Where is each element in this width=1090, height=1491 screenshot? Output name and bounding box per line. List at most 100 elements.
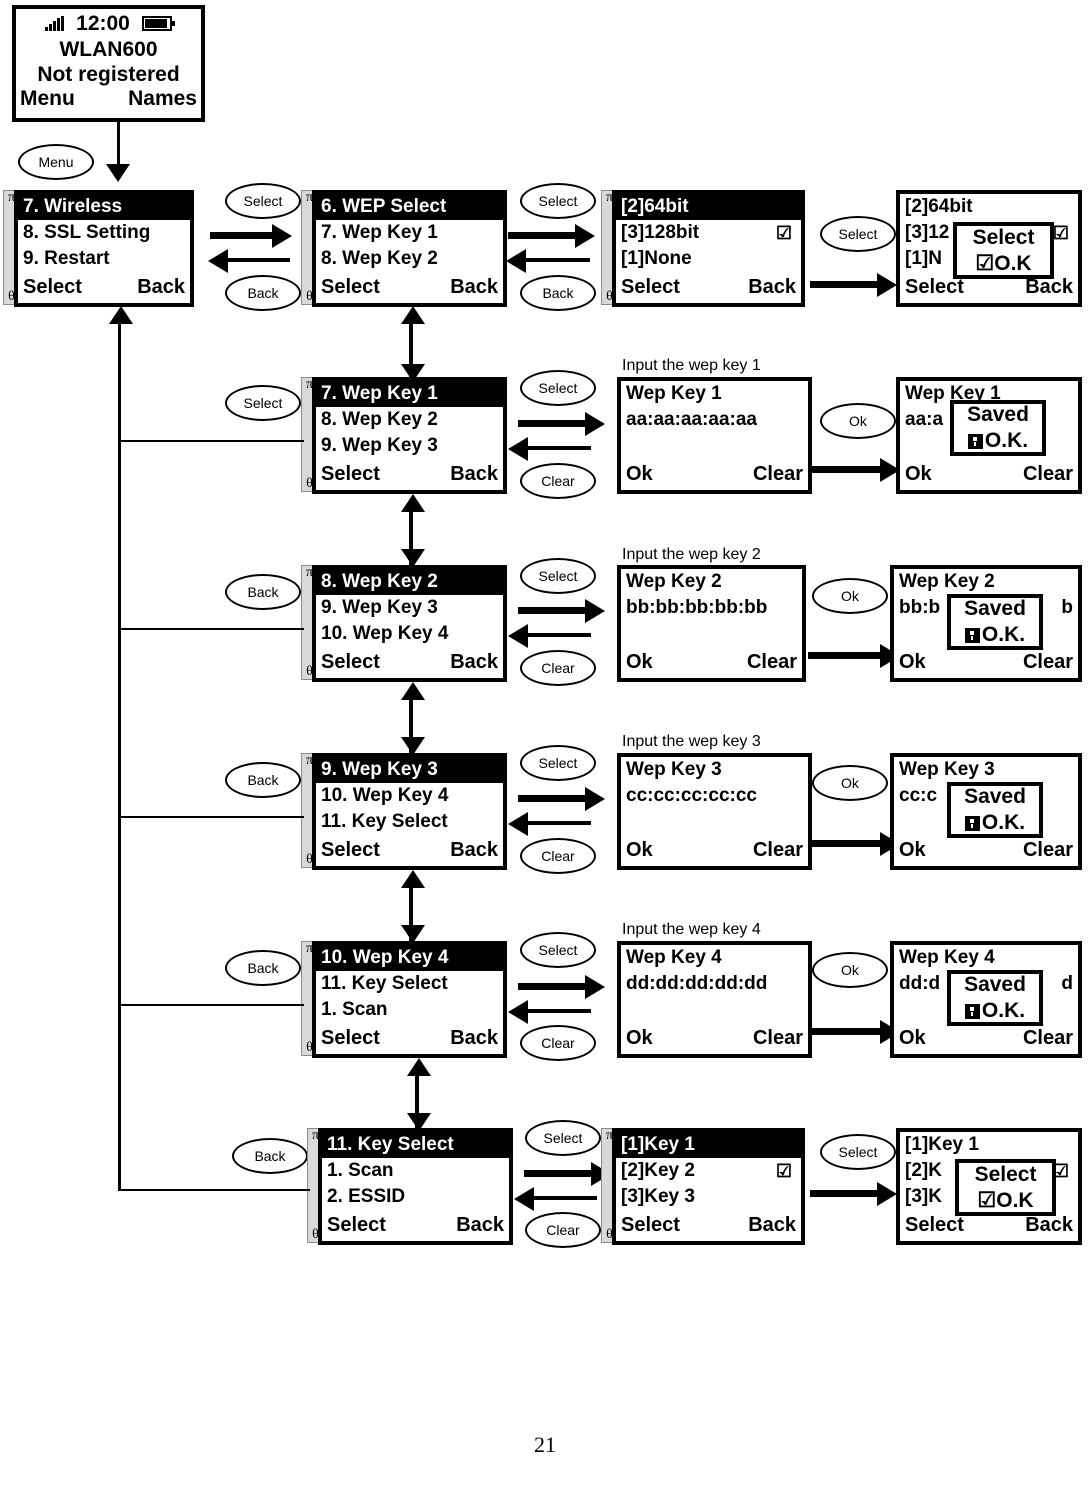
menu-row[interactable]: 11. Key Select	[322, 1132, 509, 1158]
key-back[interactable]: Back	[225, 950, 301, 986]
menu-row[interactable]: 10. Wep Key 4	[316, 783, 503, 809]
menu-row[interactable]: [1]None	[616, 246, 801, 272]
key-select[interactable]: Select	[520, 745, 596, 781]
softkey-back[interactable]: Back	[748, 276, 796, 299]
key-select[interactable]: Select	[225, 183, 301, 219]
menu-row[interactable]: 7. Wireless	[18, 194, 190, 220]
softkey-ok[interactable]: Ok	[905, 463, 932, 486]
menu-row[interactable]: 11. Key Select	[316, 809, 503, 835]
key-ok[interactable]: Ok	[812, 952, 888, 988]
input-value[interactable]: cc:cc:cc:cc:cc	[621, 783, 808, 809]
key-select[interactable]: Select	[520, 932, 596, 968]
softkey-back[interactable]: Back	[450, 1027, 498, 1050]
softkey-back[interactable]: Back	[456, 1214, 504, 1237]
menu-row[interactable]: [1]Key 1	[616, 1132, 801, 1158]
menu-row[interactable]: 9. Wep Key 3	[316, 433, 503, 459]
menu-row[interactable]: 8. Wep Key 2	[316, 407, 503, 433]
idle-softkey-names[interactable]: Names	[128, 87, 197, 111]
softkey-select[interactable]: Select	[905, 1214, 964, 1237]
softkey-back[interactable]: Back	[450, 463, 498, 486]
softkey-ok[interactable]: Ok	[899, 1027, 926, 1050]
menu-row[interactable]: [3]128bit ☑	[616, 220, 801, 246]
key-clear[interactable]: Clear	[520, 1025, 596, 1061]
menu-row[interactable]: 10. Wep Key 4	[316, 621, 503, 647]
softkey-ok[interactable]: Ok	[899, 651, 926, 674]
menu-row[interactable]: 7. Wep Key 1	[316, 220, 503, 246]
menu-row[interactable]: [3]Key 3	[616, 1184, 801, 1210]
key-back[interactable]: Back	[225, 574, 301, 610]
softkey-clear[interactable]: Clear	[1023, 463, 1073, 486]
menu-row[interactable]: 11. Key Select	[316, 971, 503, 997]
key-clear[interactable]: Clear	[520, 838, 596, 874]
softkey-ok[interactable]: Ok	[899, 839, 926, 862]
softkey-back[interactable]: Back	[450, 651, 498, 674]
menu-row[interactable]: 8. Wep Key 2	[316, 246, 503, 272]
softkey-clear[interactable]: Clear	[1023, 651, 1073, 674]
softkey-clear[interactable]: Clear	[1023, 839, 1073, 862]
softkey-select[interactable]: Select	[321, 1027, 380, 1050]
softkey-ok[interactable]: Ok	[626, 1027, 653, 1050]
softkey-select[interactable]: Select	[621, 276, 680, 299]
menu-row[interactable]: [1]Key 1	[900, 1132, 1078, 1158]
key-back[interactable]: Back	[232, 1138, 308, 1174]
menu-row[interactable]: 9. Wep Key 3	[316, 595, 503, 621]
softkey-ok[interactable]: Ok	[626, 651, 653, 674]
key-select[interactable]: Select	[525, 1120, 601, 1156]
key-back[interactable]: Back	[225, 275, 301, 311]
menu-row[interactable]: 8. Wep Key 2	[316, 569, 503, 595]
softkey-select[interactable]: Select	[321, 839, 380, 862]
key-select[interactable]: Select	[225, 385, 301, 421]
key-ok[interactable]: Ok	[820, 403, 896, 439]
menu-row[interactable]: [2]Key 2 ☑	[616, 1158, 801, 1184]
key-select[interactable]: Select	[520, 183, 596, 219]
key-menu[interactable]: Menu	[18, 144, 94, 180]
checkbox-checked-icon[interactable]: ☑	[776, 220, 792, 246]
softkey-ok[interactable]: Ok	[626, 839, 653, 862]
softkey-clear[interactable]: Clear	[753, 463, 803, 486]
key-clear[interactable]: Clear	[525, 1212, 601, 1248]
checkbox-checked-icon[interactable]: ☑	[1053, 220, 1069, 246]
key-select[interactable]: Select	[820, 1134, 896, 1170]
softkey-back[interactable]: Back	[450, 276, 498, 299]
menu-row[interactable]: [2]64bit	[616, 194, 801, 220]
softkey-clear[interactable]: Clear	[753, 839, 803, 862]
menu-row[interactable]: [2]64bit	[900, 194, 1078, 220]
softkey-select[interactable]: Select	[23, 276, 82, 299]
softkey-back[interactable]: Back	[450, 839, 498, 862]
softkey-select[interactable]: Select	[621, 1214, 680, 1237]
key-ok[interactable]: Ok	[812, 765, 888, 801]
softkey-back[interactable]: Back	[137, 276, 185, 299]
key-back[interactable]: Back	[520, 275, 596, 311]
input-value[interactable]: aa:aa:aa:aa:aa	[621, 407, 808, 433]
key-back[interactable]: Back	[225, 762, 301, 798]
input-value[interactable]: dd:dd:dd:dd:dd	[621, 971, 808, 997]
idle-softkey-menu[interactable]: Menu	[20, 87, 75, 111]
softkey-clear[interactable]: Clear	[747, 651, 797, 674]
softkey-select[interactable]: Select	[321, 276, 380, 299]
key-ok[interactable]: Ok	[812, 578, 888, 614]
key-select[interactable]: Select	[820, 216, 896, 252]
softkey-clear[interactable]: Clear	[1023, 1027, 1073, 1050]
key-select[interactable]: Select	[520, 370, 596, 406]
softkey-back[interactable]: Back	[1025, 1214, 1073, 1237]
input-value[interactable]: bb:bb:bb:bb:bb	[621, 595, 802, 621]
menu-row[interactable]: 1. Scan	[316, 997, 503, 1023]
softkey-back[interactable]: Back	[748, 1214, 796, 1237]
key-clear[interactable]: Clear	[520, 463, 596, 499]
menu-row[interactable]: 9. Restart	[18, 246, 190, 272]
menu-row[interactable]: 7. Wep Key 1	[316, 381, 503, 407]
softkey-select[interactable]: Select	[321, 463, 380, 486]
checkbox-checked-icon[interactable]: ☑	[776, 1158, 792, 1184]
softkey-select[interactable]: Select	[327, 1214, 386, 1237]
softkey-select[interactable]: Select	[321, 651, 380, 674]
key-select[interactable]: Select	[520, 558, 596, 594]
menu-row[interactable]: 6. WEP Select	[316, 194, 503, 220]
menu-row[interactable]: 1. Scan	[322, 1158, 509, 1184]
menu-row[interactable]: 8. SSL Setting	[18, 220, 190, 246]
menu-row[interactable]: 9. Wep Key 3	[316, 757, 503, 783]
menu-row[interactable]: 2. ESSID	[322, 1184, 509, 1210]
key-clear[interactable]: Clear	[520, 650, 596, 686]
softkey-clear[interactable]: Clear	[753, 1027, 803, 1050]
softkey-ok[interactable]: Ok	[626, 463, 653, 486]
menu-row[interactable]: 10. Wep Key 4	[316, 945, 503, 971]
